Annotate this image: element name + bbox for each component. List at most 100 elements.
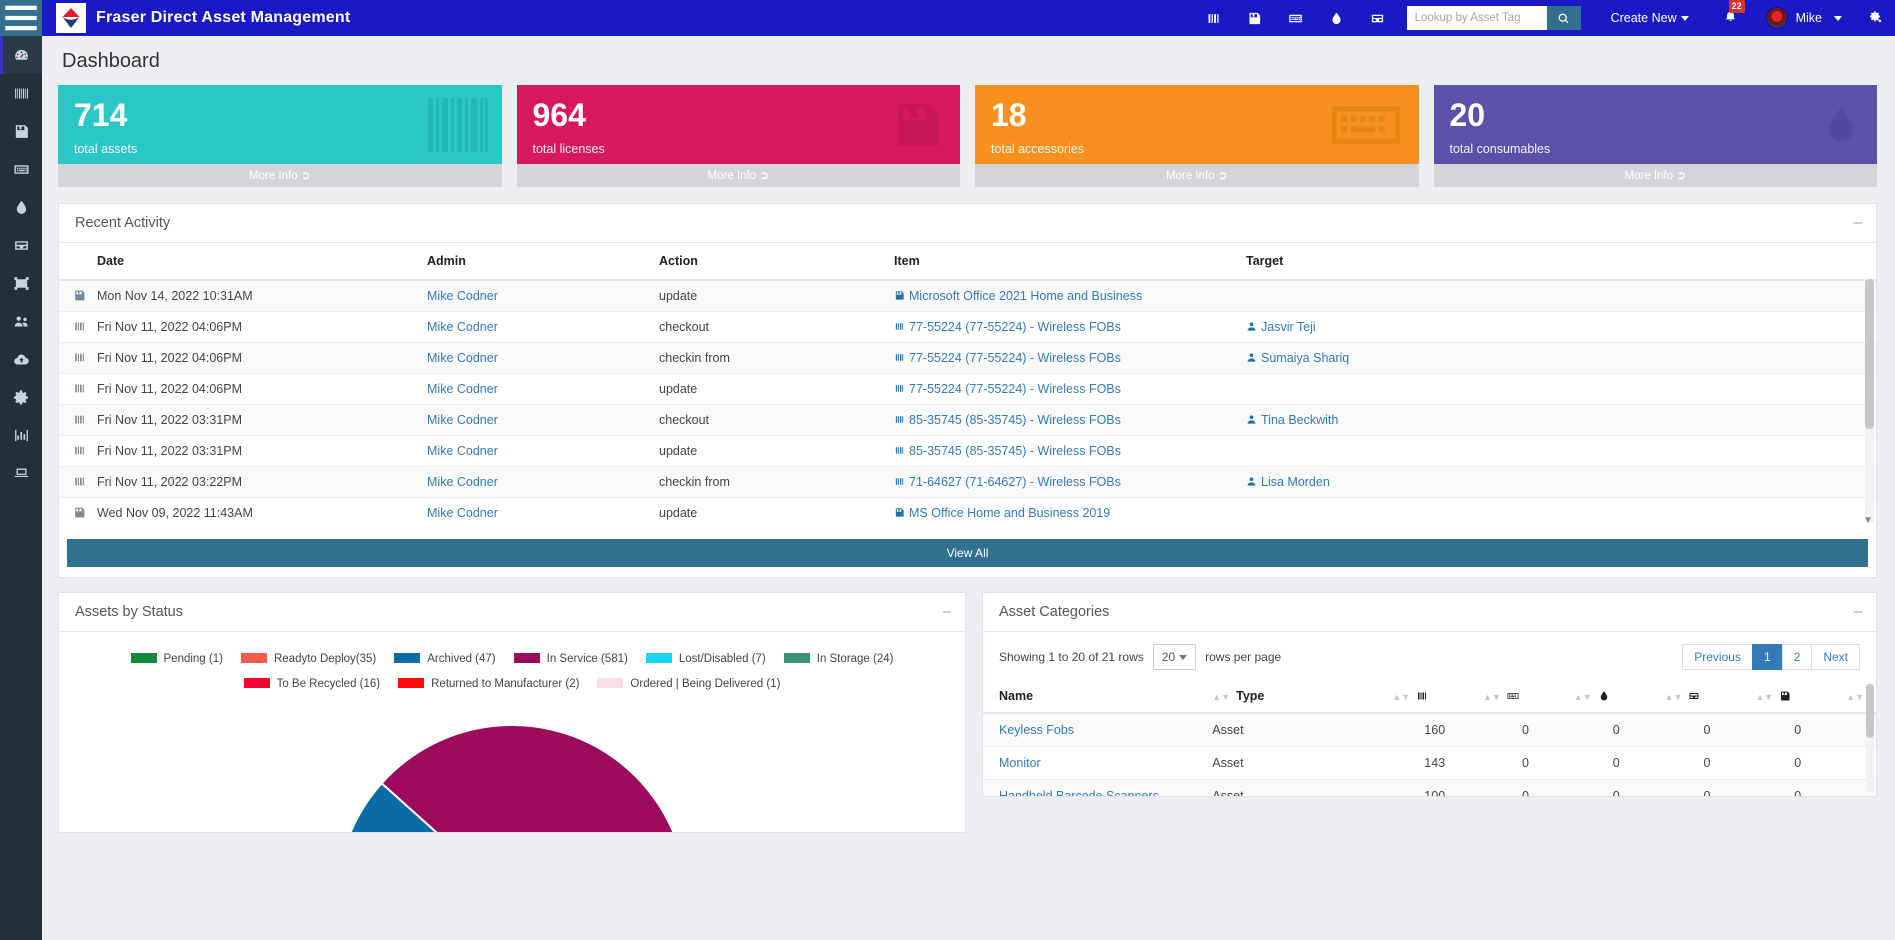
notifications-button[interactable]: 22	[1723, 9, 1738, 27]
sidebar-item-dashboard[interactable]	[0, 36, 42, 74]
legend-item[interactable]: To Be Recycled (16)	[244, 674, 381, 696]
sort-icon: ▲▼	[1846, 693, 1864, 702]
col-assets[interactable]: ▲▼	[1392, 680, 1483, 713]
collapse-panel-button[interactable]: –	[1854, 607, 1862, 617]
sidebar-item-settings[interactable]	[0, 378, 42, 416]
sidebar-item-licenses[interactable]	[0, 112, 42, 150]
categories-scrollbar[interactable]	[1866, 684, 1874, 792]
sidebar-item-requestable[interactable]	[0, 454, 42, 492]
target-link[interactable]: Lisa Morden	[1246, 475, 1330, 489]
admin-link[interactable]: Mike Codner	[427, 320, 498, 334]
settings-button[interactable]	[1868, 9, 1883, 27]
pager-page-2[interactable]: 2	[1782, 644, 1813, 670]
stat-more-info[interactable]: More Info ➲	[58, 164, 502, 187]
sidebar-item-assets[interactable]	[0, 74, 42, 112]
stat-card-licenses[interactable]: 964 total licenses More Info ➲	[517, 85, 961, 187]
target-link[interactable]: Sumaiya Shariq	[1246, 351, 1349, 365]
stat-more-info[interactable]: More Info ➲	[1434, 164, 1878, 187]
item-link[interactable]: 85-35745 (85-35745) - Wireless FOBs	[894, 413, 1121, 427]
stat-card-accessories[interactable]: 18 total accessories More Info ➲	[975, 85, 1419, 187]
create-new-dropdown[interactable]: Create New	[1611, 11, 1689, 25]
item-link[interactable]: 71-64627 (71-64627) - Wireless FOBs	[894, 475, 1121, 489]
admin-link[interactable]: Mike Codner	[427, 289, 498, 303]
sidebar-item-kits[interactable]	[0, 264, 42, 302]
consumables-icon[interactable]	[1329, 11, 1344, 26]
create-new-label: Create New	[1611, 11, 1677, 25]
target-link[interactable]: Tina Beckwith	[1246, 413, 1338, 427]
licenses-icon[interactable]	[1247, 11, 1262, 26]
admin-link[interactable]: Mike Codner	[427, 475, 498, 489]
legend-item[interactable]: In Storage (24)	[784, 649, 894, 671]
col-date[interactable]: Date	[97, 243, 427, 280]
col-admin[interactable]: Admin	[427, 243, 659, 280]
cell-type: Asset	[1212, 713, 1392, 747]
components-icon[interactable]	[1370, 11, 1385, 26]
cell-components: 0	[1665, 780, 1756, 797]
col-components[interactable]: ▲▼	[1665, 680, 1756, 713]
stat-value: 20	[1450, 99, 1862, 133]
col-item[interactable]: Item	[894, 243, 1246, 280]
rows-per-page-select[interactable]: 20	[1153, 644, 1196, 670]
col-action[interactable]: Action	[659, 243, 894, 280]
legend-item[interactable]: Archived (47)	[394, 649, 495, 671]
sidebar-item-accessories[interactable]	[0, 150, 42, 188]
sidebar-menu-toggle[interactable]	[0, 0, 42, 36]
cell-item: 77-55224 (77-55224) - Wireless FOBs	[894, 374, 1246, 405]
col-consumables[interactable]: ▲▼	[1574, 680, 1665, 713]
admin-link[interactable]: Mike Codner	[427, 382, 498, 396]
col-accessories[interactable]: ▲▼	[1483, 680, 1574, 713]
admin-link[interactable]: Mike Codner	[427, 351, 498, 365]
category-link[interactable]: Monitor	[999, 756, 1041, 770]
assets-icon[interactable]	[1206, 11, 1221, 26]
item-link[interactable]: Microsoft Office 2021 Home and Business	[894, 289, 1142, 303]
stat-card-assets[interactable]: 714 total assets More Info ➲	[58, 85, 502, 187]
scroll-down-arrow[interactable]: ▼	[1863, 515, 1873, 526]
cell-admin: Mike Codner	[427, 312, 659, 343]
legend-item[interactable]: Readyto Deploy(35)	[241, 649, 376, 671]
stat-card-consumables[interactable]: 20 total consumables More Info ➲	[1434, 85, 1878, 187]
item-link[interactable]: MS Office Home and Business 2019	[894, 506, 1110, 520]
sidebar-item-reports[interactable]	[0, 416, 42, 454]
col-type[interactable]: ▲▼Type	[1212, 680, 1392, 713]
pager-next[interactable]: Next	[1811, 644, 1860, 670]
category-link[interactable]: Keyless Fobs	[999, 723, 1074, 737]
item-link[interactable]: 77-55224 (77-55224) - Wireless FOBs	[894, 382, 1121, 396]
col-target[interactable]: Target	[1246, 243, 1876, 280]
category-link[interactable]: Handheld Barcode Scanners	[999, 789, 1159, 796]
scrollbar-thumb[interactable]	[1865, 279, 1874, 429]
admin-link[interactable]: Mike Codner	[427, 506, 498, 520]
cell-admin: Mike Codner	[427, 405, 659, 436]
sidebar-item-components[interactable]	[0, 226, 42, 264]
target-link[interactable]: Jasvir Teji	[1246, 320, 1316, 334]
collapse-panel-button[interactable]: –	[943, 607, 951, 617]
col-licenses[interactable]: ▲▼	[1755, 680, 1846, 713]
stat-more-info[interactable]: More Info ➲	[975, 164, 1419, 187]
item-link[interactable]: 77-55224 (77-55224) - Wireless FOBs	[894, 351, 1121, 365]
scrollbar-thumb[interactable]	[1866, 684, 1874, 738]
legend-item[interactable]: Pending (1)	[131, 649, 223, 671]
legend-item[interactable]: Returned to Manufacturer (2)	[398, 674, 579, 696]
search-button[interactable]	[1547, 6, 1581, 30]
admin-link[interactable]: Mike Codner	[427, 413, 498, 427]
brand[interactable]: Fraser Direct Asset Management	[42, 3, 350, 33]
legend-item[interactable]: Lost/Disabled (7)	[646, 649, 766, 671]
col-name[interactable]: Name	[983, 680, 1212, 713]
sidebar-item-import[interactable]	[0, 340, 42, 378]
item-link[interactable]: 85-35745 (85-35745) - Wireless FOBs	[894, 444, 1121, 458]
search-input[interactable]	[1407, 6, 1547, 30]
accessories-icon[interactable]	[1288, 11, 1303, 26]
admin-link[interactable]: Mike Codner	[427, 444, 498, 458]
legend-item[interactable]: Ordered | Being Delivered (1)	[597, 674, 780, 696]
sidebar-item-people[interactable]	[0, 302, 42, 340]
collapse-panel-button[interactable]: –	[1854, 218, 1862, 228]
stat-more-info[interactable]: More Info ➲	[517, 164, 961, 187]
pager-previous[interactable]: Previous	[1682, 644, 1753, 670]
pager-page-1[interactable]: 1	[1752, 644, 1783, 670]
view-all-button[interactable]: View All	[67, 539, 1868, 567]
droplet-icon	[13, 199, 30, 216]
activity-scrollbar[interactable]	[1865, 279, 1874, 522]
item-link[interactable]: 77-55224 (77-55224) - Wireless FOBs	[894, 320, 1121, 334]
sidebar-item-consumables[interactable]	[0, 188, 42, 226]
legend-item[interactable]: In Service (581)	[514, 649, 628, 671]
user-menu[interactable]: Mike	[1766, 7, 1842, 29]
